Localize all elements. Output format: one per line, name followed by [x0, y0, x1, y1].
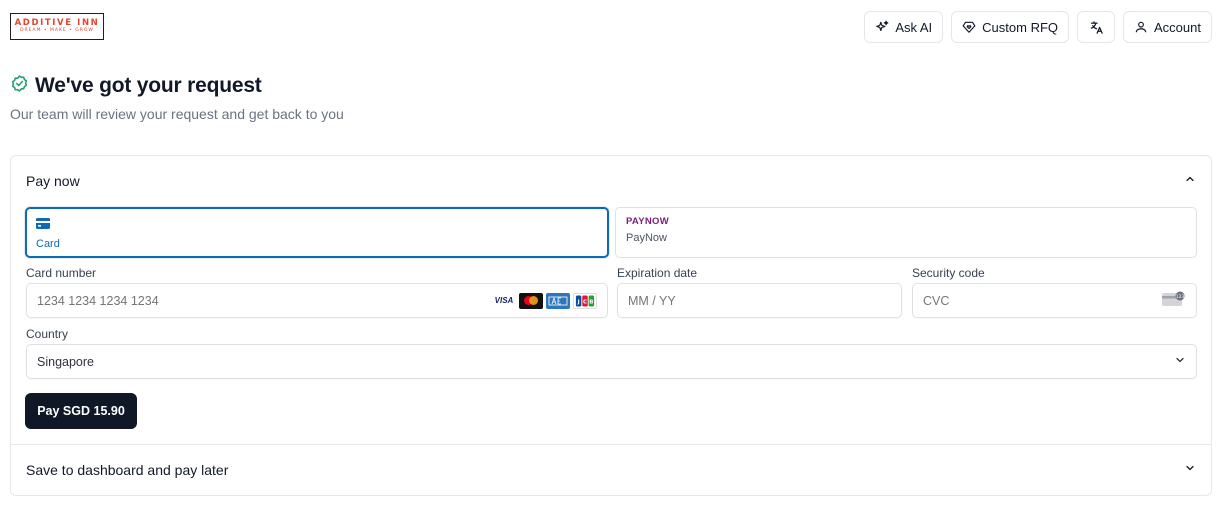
pay-now-heading: Pay now — [26, 173, 80, 189]
card-method-label: Card — [36, 238, 60, 250]
ask-ai-button[interactable]: Ask AI — [864, 11, 944, 43]
expiration-input[interactable]: MM / YY — [617, 283, 902, 318]
confirmation-header: We've got your request — [10, 74, 262, 98]
user-icon — [1134, 20, 1148, 34]
expiration-label: Expiration date — [617, 266, 698, 280]
mastercard-icon — [519, 292, 543, 309]
translate-icon — [1089, 20, 1104, 35]
amex-icon — [546, 292, 570, 309]
custom-rfq-button[interactable]: Custom RFQ — [951, 11, 1070, 43]
country-label: Country — [26, 327, 69, 341]
page-subtitle: Our team will review your request and ge… — [10, 106, 344, 122]
card-number-placeholder: 1234 1234 1234 1234 — [37, 293, 159, 308]
page-title: We've got your request — [35, 74, 262, 97]
chevron-down-icon — [1184, 461, 1196, 479]
custom-rfq-label: Custom RFQ — [982, 19, 1059, 35]
logo[interactable]: ADDITIVE INN DREAM • MAKE • GROW — [10, 13, 104, 40]
security-code-input[interactable]: CVC 123 — [912, 283, 1197, 318]
language-button[interactable] — [1077, 11, 1116, 43]
pay-now-header[interactable]: Pay now — [11, 156, 1211, 206]
paynow-method-option[interactable]: PAYNOW PayNow — [615, 207, 1197, 258]
card-number-label: Card number — [26, 266, 97, 280]
cvc-card-icon: 123 — [1162, 291, 1186, 310]
account-label: Account — [1154, 19, 1201, 35]
paynow-logo: PAYNOW — [626, 216, 669, 227]
security-code-placeholder: CVC — [923, 293, 950, 308]
logo-main-text: ADDITIVE INN — [14, 18, 100, 28]
card-method-option[interactable]: Card — [25, 207, 609, 258]
chevron-up-icon — [1184, 172, 1196, 190]
expiration-placeholder: MM / YY — [628, 293, 676, 308]
svg-text:123: 123 — [1176, 294, 1185, 300]
country-value: Singapore — [37, 354, 94, 369]
pay-later-header[interactable]: Save to dashboard and pay later — [11, 445, 1211, 495]
account-button[interactable]: Account — [1123, 11, 1212, 43]
sparkles-icon — [875, 20, 889, 34]
payment-panel: Pay now Card PAYNOW PayNow Card number E… — [10, 155, 1212, 496]
check-circle-icon — [10, 74, 29, 98]
card-brands: VISA JCB — [492, 292, 597, 309]
logo-tagline: DREAM • MAKE • GROW — [20, 28, 94, 33]
visa-icon: VISA — [494, 296, 514, 305]
svg-text:C: C — [583, 299, 587, 305]
pay-later-heading: Save to dashboard and pay later — [26, 462, 229, 478]
svg-text:B: B — [589, 299, 593, 305]
diamond-heart-icon — [962, 20, 976, 34]
chevron-down-icon — [1174, 354, 1186, 369]
top-nav: Ask AI Custom RFQ Account — [864, 11, 1212, 43]
ask-ai-label: Ask AI — [895, 19, 933, 35]
jcb-icon: JCB — [573, 292, 597, 309]
pay-button[interactable]: Pay SGD 15.90 — [25, 393, 137, 429]
svg-text:J: J — [577, 299, 580, 305]
paynow-method-label: PayNow — [626, 232, 667, 244]
country-select[interactable]: Singapore — [26, 344, 1197, 379]
card-icon — [36, 216, 50, 233]
card-number-input[interactable]: 1234 1234 1234 1234 VISA JCB — [26, 283, 608, 318]
security-code-label: Security code — [912, 266, 985, 280]
